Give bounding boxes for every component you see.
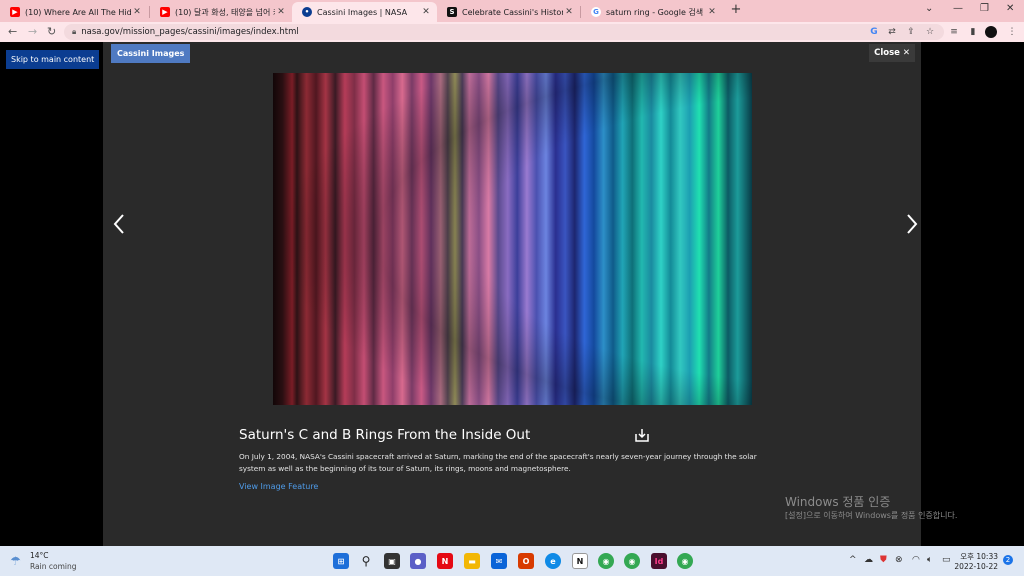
tab-title: (10) 달과 화성, 태양을 넘어 카이 [175, 7, 275, 17]
new-tab-button[interactable]: + [728, 2, 744, 20]
tray-overflow-icon[interactable]: ^ [849, 555, 857, 565]
tab-google-saturn[interactable]: G saturn ring - Google 검색 ✕ [581, 2, 723, 22]
tab-cassini-images[interactable]: • Cassini Images | NASA ✕ [292, 2, 437, 22]
start-menu-icon[interactable]: ⊞ [333, 553, 349, 569]
google-lens-icon[interactable]: G [868, 26, 880, 38]
forward-icon[interactable]: → [28, 25, 37, 38]
bookmark-star-icon[interactable]: ☆ [924, 26, 936, 38]
close-tab-icon[interactable]: ✕ [275, 7, 287, 17]
weather-temperature[interactable]: 14°C [30, 551, 49, 560]
s-icon: S [447, 7, 457, 17]
clock-time[interactable]: 오후 10:33 [958, 551, 998, 562]
close-tab-icon[interactable]: ✕ [706, 7, 718, 17]
youtube-icon: ▶ [10, 7, 20, 17]
close-lightbox-button[interactable]: Close ✕ [869, 44, 915, 62]
close-tab-icon[interactable]: ✕ [420, 7, 432, 17]
skip-to-main-link[interactable]: Skip to main content [6, 50, 100, 69]
google-icon: G [591, 7, 601, 17]
download-icon[interactable] [634, 427, 650, 443]
next-image-icon[interactable] [901, 212, 921, 236]
tab-strip: ▶ (10) Where Are All The Hidden ✕ ▶ (10)… [0, 0, 1024, 22]
back-icon[interactable]: ← [8, 25, 17, 38]
menu-icon[interactable]: ⋮ [1006, 26, 1018, 38]
lock-icon[interactable]: 🔒︎ [72, 27, 76, 37]
activation-watermark-text: [설정]으로 이동하여 Windows를 정품 인증합니다. [785, 511, 958, 520]
page-body: Skip to main content Cassini Images Clos… [0, 42, 1024, 546]
taskbar: ☂ 14°C Rain coming ⊞ ⚲ ▣ ● N ▬ ✉ O e N ◉… [0, 546, 1024, 576]
weather-rain-icon[interactable]: ☂ [10, 554, 21, 568]
activation-watermark-title: Windows 정품 인증 [785, 495, 891, 509]
security-icon[interactable]: ⛊ [880, 555, 887, 565]
chrome-active-icon[interactable]: ◉ [624, 553, 640, 569]
close-tab-icon[interactable]: ✕ [131, 7, 143, 17]
status-error-icon[interactable]: ⊗ [895, 555, 903, 565]
onedrive-icon[interactable]: ☁ [864, 555, 873, 565]
netflix-icon[interactable]: N [437, 553, 453, 569]
profile-avatar[interactable] [985, 26, 997, 38]
address-bar[interactable]: 🔒︎ nasa.gov/mission_pages/cassini/images… [64, 24, 944, 40]
restore-icon[interactable]: ❐ [980, 3, 989, 14]
wifi-icon[interactable]: ◠ [912, 555, 920, 565]
view-image-feature-link[interactable]: View Image Feature [239, 482, 318, 491]
youtube-icon: ▶ [160, 7, 170, 17]
tab-youtube-hidden[interactable]: ▶ (10) Where Are All The Hidden ✕ [0, 2, 148, 22]
share-icon[interactable]: ⇪ [905, 26, 917, 38]
side-panel-icon[interactable]: ▮ [967, 26, 979, 38]
url-text[interactable]: nasa.gov/mission_pages/cassini/images/in… [81, 27, 298, 37]
window-close-icon[interactable]: ✕ [1006, 3, 1014, 14]
volume-icon[interactable]: 🔈︎ [927, 555, 932, 565]
close-tab-icon[interactable]: ✕ [563, 7, 575, 17]
reading-list-icon[interactable]: ≡ [948, 26, 960, 38]
image-lightbox: Cassini Images Close ✕ Saturn's C and B … [103, 42, 921, 546]
gallery-badge: Cassini Images [111, 44, 191, 63]
file-explorer-icon[interactable]: ▬ [464, 553, 480, 569]
task-view-icon[interactable]: ▣ [384, 553, 400, 569]
chrome-icon[interactable]: ◉ [598, 553, 614, 569]
tab-youtube-moon[interactable]: ▶ (10) 달과 화성, 태양을 넘어 카이 ✕ [150, 2, 292, 22]
clock-date[interactable]: 2022-10-22 [952, 562, 998, 571]
nasa-icon: • [302, 7, 312, 17]
tab-search-icon[interactable]: ⌄ [925, 3, 933, 14]
tab-title: saturn ring - Google 검색 [606, 7, 704, 17]
battery-icon[interactable]: ▭ [942, 555, 951, 565]
tab-title: Celebrate Cassini's Historic Voy [462, 7, 563, 17]
edge-icon[interactable]: e [545, 553, 561, 569]
notification-badge[interactable]: 2 [1003, 555, 1013, 565]
search-icon[interactable]: ⚲ [358, 553, 374, 569]
reload-icon[interactable]: ↻ [47, 25, 56, 38]
minimize-icon[interactable]: — [953, 3, 963, 14]
image-title: Saturn's C and B Rings From the Inside O… [239, 427, 531, 443]
weather-description[interactable]: Rain coming [30, 562, 76, 571]
indesign-icon[interactable]: Id [651, 553, 667, 569]
translate-icon[interactable]: ⇄ [886, 26, 898, 38]
tab-celebrate-cassini[interactable]: S Celebrate Cassini's Historic Voy ✕ [437, 2, 580, 22]
mail-icon[interactable]: ✉ [491, 553, 507, 569]
previous-image-icon[interactable] [110, 212, 130, 236]
chrome-profile-icon[interactable]: ◉ [677, 553, 693, 569]
image-description: On July 1, 2004, NASA's Cassini spacecra… [239, 452, 757, 473]
tab-title: Cassini Images | NASA [317, 7, 408, 17]
notion-icon[interactable]: N [572, 553, 588, 569]
saturn-rings-image [273, 73, 752, 405]
tab-title: (10) Where Are All The Hidden [25, 7, 131, 17]
chat-icon[interactable]: ● [410, 553, 426, 569]
browser-toolbar: ← → ↻ 🔒︎ nasa.gov/mission_pages/cassini/… [0, 22, 1024, 42]
office-icon[interactable]: O [518, 553, 534, 569]
